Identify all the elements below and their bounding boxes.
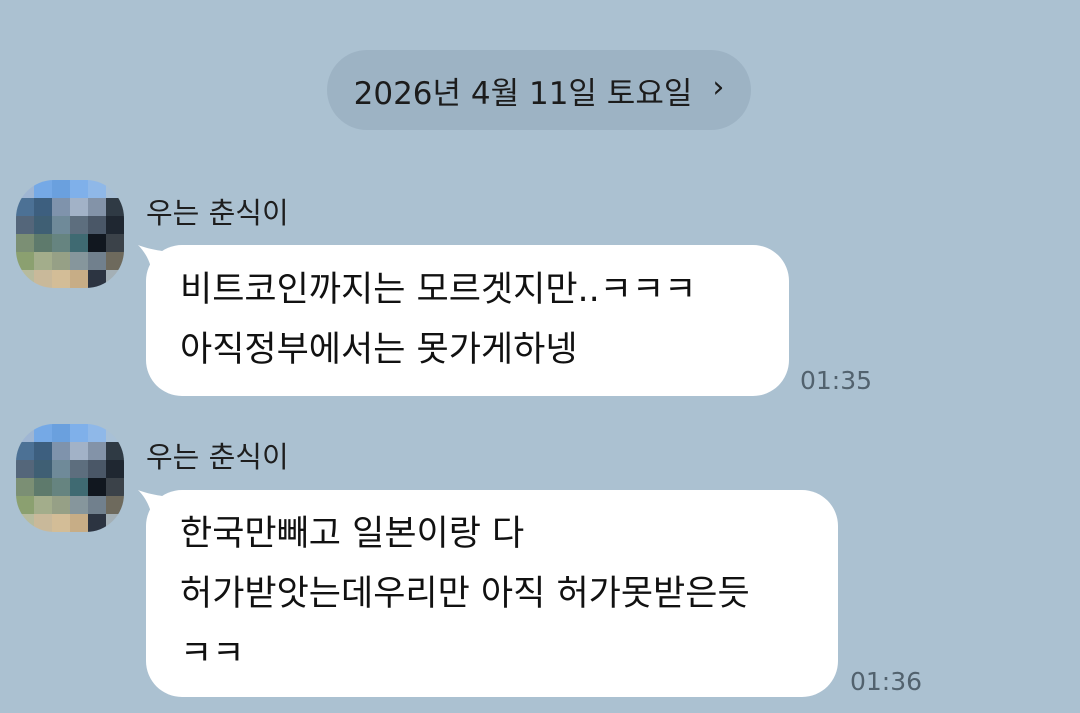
avatar-pixel — [52, 424, 70, 442]
avatar-pixel — [88, 234, 106, 252]
avatar-pixel — [34, 478, 52, 496]
message-text-line: 허가받앗는데우리만 아직 허가못받은듯 — [180, 574, 750, 614]
avatar-pixel — [16, 234, 34, 252]
avatar-pixel — [70, 496, 88, 514]
avatar-pixel — [106, 234, 124, 252]
avatar-pixel — [52, 460, 70, 478]
message-text-line: 비트코인까지는 모르겟지만..ㅋㅋㅋ — [180, 270, 697, 310]
avatar-pixel — [16, 514, 34, 532]
avatar-pixel — [52, 198, 70, 216]
avatar-pixel — [70, 478, 88, 496]
avatar-pixel — [34, 496, 52, 514]
avatar-pixel — [34, 252, 52, 270]
avatar-pixel — [88, 460, 106, 478]
avatar-pixel — [34, 234, 52, 252]
avatar-pixel — [34, 514, 52, 532]
avatar-pixel — [34, 442, 52, 460]
avatar-pixel — [106, 198, 124, 216]
avatar-pixel — [70, 424, 88, 442]
avatar-pixel — [70, 514, 88, 532]
avatar-pixel — [16, 270, 34, 288]
avatar-pixel — [88, 514, 106, 532]
avatar-pixel — [52, 180, 70, 198]
avatar-pixel — [106, 514, 124, 532]
avatar-pixel — [106, 270, 124, 288]
avatar-pixel — [16, 216, 34, 234]
avatar[interactable] — [16, 424, 124, 532]
avatar-pixel — [16, 442, 34, 460]
avatar-pixel — [34, 198, 52, 216]
avatar-pixel — [106, 478, 124, 496]
avatar-pixel — [52, 442, 70, 460]
avatar-pixel — [88, 424, 106, 442]
avatar-pixel — [34, 216, 52, 234]
avatar-pixel — [106, 424, 124, 442]
message-text-line: 한국만빼고 일본이랑 다 — [180, 514, 525, 554]
avatar-pixel — [16, 460, 34, 478]
sender-name: 우는 춘식이 — [146, 440, 289, 474]
avatar-pixel — [52, 216, 70, 234]
avatar-pixel — [88, 442, 106, 460]
avatar-pixel — [88, 496, 106, 514]
avatar-pixel — [34, 180, 52, 198]
avatar-pixel — [16, 424, 34, 442]
avatar-pixel — [106, 460, 124, 478]
message-text-line: ㅋㅋ — [180, 634, 245, 674]
avatar-pixel — [106, 216, 124, 234]
avatar[interactable] — [16, 180, 124, 288]
avatar-pixel — [52, 234, 70, 252]
avatar-pixel — [88, 270, 106, 288]
avatar-pixel — [106, 442, 124, 460]
avatar-pixel — [34, 270, 52, 288]
avatar-pixel — [70, 442, 88, 460]
message-text-line: 아직정부에서는 못가게하넹 — [180, 330, 578, 370]
avatar-pixel — [16, 198, 34, 216]
avatar-pixel — [70, 460, 88, 478]
avatar-pixel — [88, 180, 106, 198]
avatar-pixel — [106, 496, 124, 514]
avatar-pixel — [52, 252, 70, 270]
avatar-pixel — [52, 478, 70, 496]
avatar-pixel — [70, 180, 88, 198]
sender-name: 우는 춘식이 — [146, 196, 289, 230]
avatar-pixel — [106, 252, 124, 270]
avatar-pixel — [70, 252, 88, 270]
avatar-pixel — [70, 270, 88, 288]
message-bubble[interactable]: 비트코인까지는 모르겟지만..ㅋㅋㅋ 아직정부에서는 못가게하넹 — [138, 245, 789, 396]
message-time: 01:35 — [800, 366, 873, 395]
bubble-tail — [138, 245, 178, 285]
avatar-pixel — [16, 496, 34, 514]
chevron-right-icon: › — [712, 70, 725, 105]
avatar-pixel — [16, 180, 34, 198]
bubble-tail — [138, 490, 178, 530]
avatar-pixel — [52, 496, 70, 514]
avatar-pixel — [16, 252, 34, 270]
date-label: 2026년 4월 11일 토요일 — [353, 75, 693, 112]
avatar-pixel — [16, 478, 34, 496]
avatar-pixel — [34, 460, 52, 478]
avatar-pixel — [88, 478, 106, 496]
avatar-pixel — [88, 252, 106, 270]
avatar-pixel — [70, 198, 88, 216]
avatar-pixel — [88, 198, 106, 216]
avatar-pixel — [88, 216, 106, 234]
date-divider[interactable]: 2026년 4월 11일 토요일 › — [327, 50, 751, 130]
avatar-pixel — [52, 514, 70, 532]
avatar-pixel — [106, 180, 124, 198]
message-bubble[interactable]: 한국만빼고 일본이랑 다 허가받앗는데우리만 아직 허가못받은듯 ㅋㅋ — [138, 490, 838, 697]
avatar-pixel — [70, 234, 88, 252]
message-time: 01:36 — [850, 667, 923, 696]
avatar-pixel — [52, 270, 70, 288]
avatar-pixel — [34, 424, 52, 442]
avatar-pixel — [70, 216, 88, 234]
